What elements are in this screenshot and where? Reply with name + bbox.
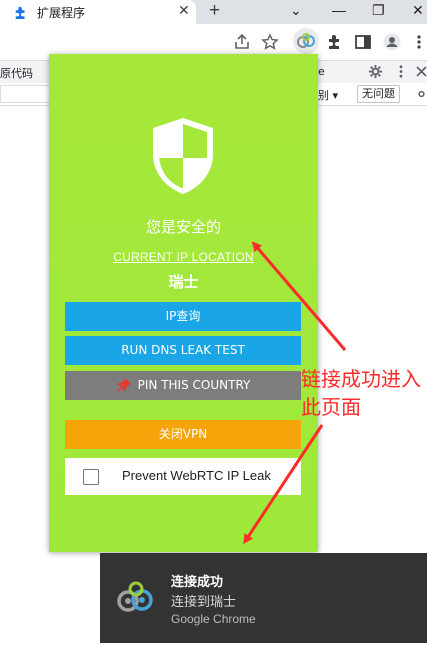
side-panel-icon[interactable] bbox=[354, 33, 372, 51]
extensions-puzzle-icon[interactable] bbox=[326, 33, 344, 51]
new-tab-button[interactable]: + bbox=[209, 0, 220, 22]
webrtc-label: Prevent WebRTC IP Leak bbox=[122, 468, 271, 483]
devtools-issues-button[interactable]: 无问题 bbox=[357, 85, 400, 103]
share-icon[interactable] bbox=[233, 33, 251, 51]
dns-leak-test-button[interactable]: RUN DNS LEAK TEST bbox=[65, 336, 301, 365]
devtools-filter-input[interactable] bbox=[0, 85, 50, 103]
location-country: 瑞士 bbox=[168, 273, 199, 291]
devtools-level-select[interactable]: 别 ▾ bbox=[318, 87, 338, 103]
annotation-text: 链接成功进入 此页面 bbox=[301, 365, 427, 421]
profile-avatar-icon[interactable] bbox=[383, 33, 401, 51]
annotation-line-2: 此页面 bbox=[301, 395, 361, 419]
vpn-extension-button[interactable] bbox=[293, 28, 319, 54]
notification-source: Google Chrome bbox=[171, 612, 256, 626]
pin-country-button[interactable]: PIN THIS COUNTRY bbox=[65, 371, 301, 400]
devtools-more-icon[interactable] bbox=[396, 64, 406, 79]
vpn-popup: 您是安全的 CURRENT IP LOCATION 瑞士 IP查询 RUN DN… bbox=[49, 54, 318, 552]
connection-notification[interactable]: 连接成功 连接到瑞士 Google Chrome bbox=[100, 553, 427, 643]
devtools-tab-fragment[interactable]: e bbox=[318, 65, 325, 78]
annotation-line-1: 链接成功进入 bbox=[301, 367, 421, 391]
security-status-text: 您是安全的 bbox=[145, 218, 221, 236]
close-window-button[interactable]: ✕ bbox=[412, 0, 424, 20]
devtools-settings-icon[interactable] bbox=[368, 64, 383, 79]
devtools-close-icon[interactable] bbox=[416, 65, 427, 78]
current-ip-location-link[interactable]: CURRENT IP LOCATION bbox=[49, 250, 318, 264]
shield-icon bbox=[153, 118, 213, 194]
devtools-settings-icon-2[interactable] bbox=[416, 87, 427, 101]
vpn-logo-icon bbox=[297, 33, 315, 48]
puzzle-icon bbox=[15, 6, 25, 19]
more-menu-icon[interactable] bbox=[410, 33, 427, 51]
disconnect-vpn-button[interactable]: 关闭VPN bbox=[65, 420, 301, 449]
devtools-source-tab[interactable]: 原代码 bbox=[0, 65, 33, 81]
minimize-button[interactable]: — bbox=[332, 0, 346, 20]
tab-strip: 扩展程序 ✕ + ⌄ — ❐ ✕ bbox=[0, 0, 427, 24]
tab-title: 扩展程序 bbox=[37, 6, 86, 20]
ip-lookup-button[interactable]: IP查询 bbox=[65, 302, 301, 331]
webrtc-option[interactable]: Prevent WebRTC IP Leak bbox=[65, 458, 301, 495]
pin-icon bbox=[116, 378, 131, 392]
tab-extensions[interactable]: 扩展程序 ✕ bbox=[0, 0, 196, 24]
restore-button[interactable]: ❐ bbox=[372, 0, 385, 20]
notification-body: 连接到瑞士 bbox=[171, 595, 237, 610]
vpn-logo-icon bbox=[117, 581, 153, 612]
webrtc-checkbox[interactable] bbox=[83, 469, 99, 485]
star-icon[interactable] bbox=[261, 33, 279, 51]
tab-close-icon[interactable]: ✕ bbox=[178, 2, 190, 19]
pin-country-label: PIN THIS COUNTRY bbox=[137, 378, 251, 392]
notification-title: 连接成功 bbox=[171, 575, 224, 590]
tab-search-icon[interactable]: ⌄ bbox=[290, 0, 302, 20]
